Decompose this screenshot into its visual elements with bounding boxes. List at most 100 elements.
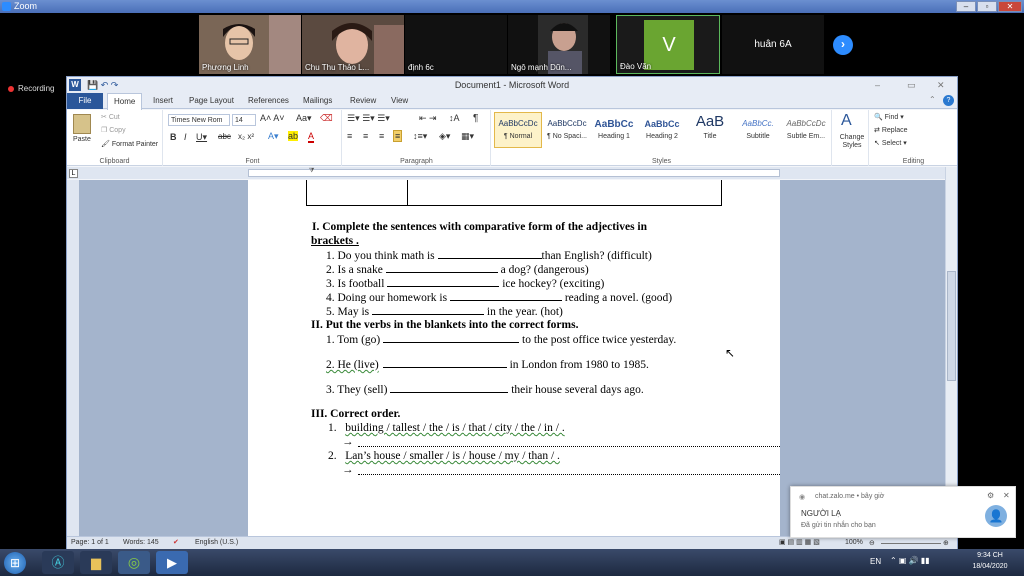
- font-name-box[interactable]: Times New Rom: [168, 114, 230, 126]
- align-right-icon[interactable]: ≡: [379, 131, 384, 141]
- style-heading-1[interactable]: AaBbCc Heading 1: [590, 112, 638, 148]
- zalo-notification[interactable]: ◉ chat.zalo.me • bây giờ ⚙ ✕ NGƯỜI LẠ Đã…: [790, 486, 1016, 538]
- zoom-app-icon[interactable]: ▶: [156, 551, 188, 574]
- tab-selector-icon[interactable]: L: [69, 169, 78, 178]
- text-effects-icon[interactable]: A▾: [268, 131, 279, 142]
- tab-view[interactable]: View: [385, 93, 414, 109]
- answer-blank[interactable]: [382, 358, 507, 368]
- style-title[interactable]: AaB Title: [686, 112, 734, 148]
- zoom-in-icon[interactable]: ⊕: [943, 539, 949, 547]
- document-page[interactable]: I. Complete the sentences with comparati…: [248, 180, 780, 536]
- bold-button[interactable]: B: [170, 132, 177, 142]
- vertical-scrollbar[interactable]: [945, 167, 957, 536]
- page-count[interactable]: Page: 1 of 1: [71, 539, 109, 546]
- tab-insert[interactable]: Insert: [147, 93, 179, 109]
- change-case-icon[interactable]: Aa▾: [296, 113, 312, 124]
- minimize-button[interactable]: –: [956, 1, 976, 12]
- italic-button[interactable]: I: [184, 132, 187, 142]
- grow-font-icon[interactable]: A˄ A˅: [260, 113, 285, 123]
- highlight-icon[interactable]: ab: [288, 131, 299, 141]
- copy-button[interactable]: ❐ Copy: [101, 126, 126, 134]
- proofing-icon[interactable]: ✔: [173, 538, 179, 546]
- participant-tile[interactable]: Ngô mạnh Dũn...: [508, 15, 610, 74]
- view-buttons[interactable]: ▣ ▤ ▥ ▦ ▧: [779, 538, 820, 546]
- strikethrough-button[interactable]: abc: [218, 132, 231, 141]
- participant-tile[interactable]: Chu Thu Thảo L...: [302, 15, 404, 74]
- justify-icon[interactable]: ≡: [393, 130, 403, 142]
- settings-gear-icon[interactable]: ⚙: [987, 491, 994, 500]
- participant-tile[interactable]: huân 6A: [722, 15, 824, 74]
- show-marks-icon[interactable]: ¶: [473, 113, 478, 124]
- answer-dotted-line[interactable]: [358, 446, 780, 447]
- zoom-level[interactable]: 100%: [845, 539, 863, 546]
- answer-blank[interactable]: [387, 277, 500, 287]
- minimize-button[interactable]: –: [875, 77, 880, 93]
- paste-button[interactable]: Paste: [73, 136, 91, 143]
- style-no-spacing[interactable]: AaBbCcDc ¶ No Spaci...: [543, 112, 591, 148]
- replace-button[interactable]: ⇄ Replace: [874, 126, 908, 134]
- change-styles-button[interactable]: Change Styles: [835, 134, 869, 150]
- help-icon[interactable]: ?: [943, 95, 954, 106]
- find-button[interactable]: 🔍 Find ▾: [874, 113, 904, 121]
- language[interactable]: English (U.S.): [195, 539, 238, 546]
- select-button[interactable]: ↖ Select ▾: [874, 139, 907, 147]
- answer-blank[interactable]: [390, 383, 509, 393]
- scrollbar-thumb[interactable]: [947, 271, 956, 381]
- tray-icons[interactable]: ⌃ ▣ 🔊 ▮▮: [890, 556, 930, 565]
- close-icon[interactable]: ✕: [1003, 491, 1010, 500]
- line-spacing-icon[interactable]: ↕≡▾: [413, 131, 427, 142]
- maximize-button[interactable]: ▫: [977, 1, 997, 12]
- zoom-slider[interactable]: [881, 543, 941, 544]
- style-heading-2[interactable]: AaBbCc Heading 2: [638, 112, 686, 148]
- answer-blank[interactable]: [372, 305, 484, 315]
- browser-icon[interactable]: ◎: [118, 551, 150, 574]
- underline-button[interactable]: U▾: [196, 132, 207, 143]
- tab-references[interactable]: References: [242, 93, 295, 109]
- tab-review[interactable]: Review: [344, 93, 382, 109]
- close-button[interactable]: ✕: [937, 77, 945, 93]
- style-subtle-emphasis[interactable]: AaBbCcDc Subtle Em...: [782, 112, 830, 148]
- align-left-icon[interactable]: ≡: [347, 131, 352, 141]
- indent-icon[interactable]: ⇤ ⇥: [419, 113, 437, 124]
- tab-home[interactable]: Home: [107, 93, 143, 110]
- shading-icon[interactable]: ◈▾: [439, 131, 450, 142]
- align-center-icon[interactable]: ≡: [363, 131, 368, 141]
- participant-tile-active[interactable]: V Đào Văn: [616, 15, 720, 74]
- ribbon-collapse-icon[interactable]: ⌃: [929, 95, 936, 104]
- word-count[interactable]: Words: 145: [123, 539, 159, 546]
- font-size-box[interactable]: 14: [232, 114, 256, 126]
- answer-blank[interactable]: [383, 333, 520, 343]
- answer-blank[interactable]: [385, 263, 498, 273]
- format-painter-button[interactable]: 🖌 Format Painter: [101, 140, 158, 148]
- clock-date[interactable]: 18/04/2020: [966, 563, 1014, 570]
- cut-button[interactable]: ✂ Cut: [101, 113, 120, 121]
- app-icon[interactable]: Ⓐ: [42, 551, 74, 574]
- tab-file[interactable]: File: [67, 93, 103, 109]
- document-area[interactable]: I. Complete the sentences with comparati…: [79, 180, 945, 536]
- restore-button[interactable]: ▭: [907, 77, 916, 93]
- participant-tile[interactable]: Phương Linh: [199, 15, 301, 74]
- close-button[interactable]: ✕: [998, 1, 1022, 12]
- next-page-arrow-icon[interactable]: ›: [833, 35, 853, 55]
- borders-icon[interactable]: ▦▾: [461, 131, 474, 142]
- file-explorer-icon[interactable]: ▆: [80, 551, 112, 574]
- answer-dotted-line[interactable]: [358, 474, 780, 475]
- style-subtitle[interactable]: AaBbCc. Subtitle: [734, 112, 782, 148]
- style-normal[interactable]: AaBbCcDc ¶ Normal: [494, 112, 542, 148]
- clock-time[interactable]: 9:34 CH: [970, 552, 1010, 559]
- tab-mailings[interactable]: Mailings: [297, 93, 338, 109]
- subscript-button[interactable]: x₂ x²: [238, 132, 254, 141]
- sort-icon[interactable]: ↕A: [449, 113, 460, 123]
- vertical-ruler[interactable]: [67, 180, 79, 536]
- answer-blank[interactable]: [437, 249, 542, 259]
- start-button-icon[interactable]: ⊞: [4, 552, 26, 574]
- language-indicator[interactable]: EN: [870, 557, 881, 566]
- tab-page-layout[interactable]: Page Layout: [183, 93, 240, 109]
- zoom-out-icon[interactable]: ⊖: [869, 539, 875, 547]
- clear-formatting-icon[interactable]: ⌫: [320, 113, 333, 124]
- font-color-icon[interactable]: A: [308, 131, 315, 143]
- indent-marker-icon[interactable]: ⧩: [309, 168, 314, 175]
- bullets-icon[interactable]: ☰▾ ☰▾ ☰▾: [347, 113, 390, 124]
- participant-tile[interactable]: định 6c: [405, 15, 507, 74]
- answer-blank[interactable]: [449, 291, 562, 301]
